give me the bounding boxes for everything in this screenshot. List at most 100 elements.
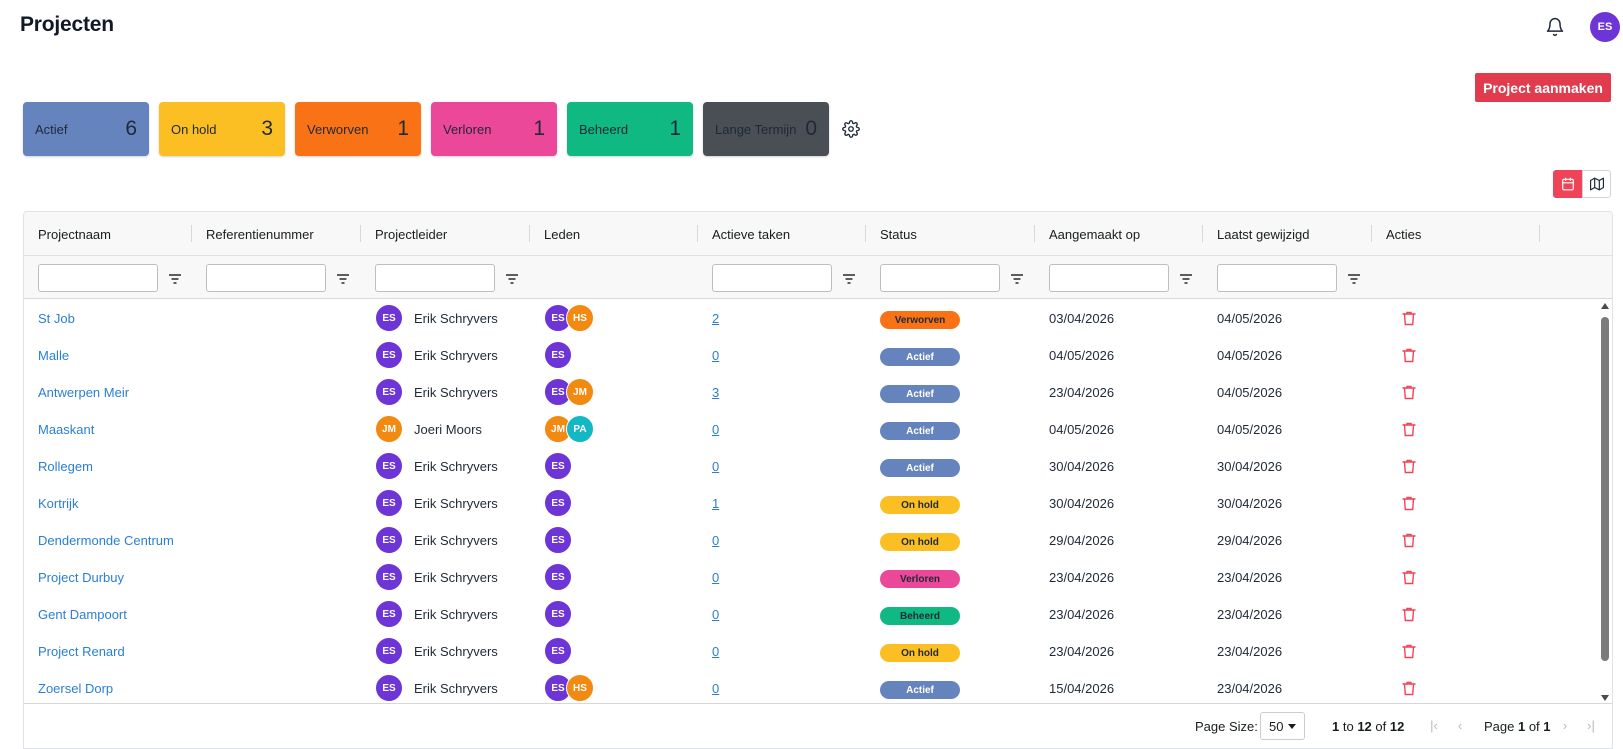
table-row[interactable]: Project Durbuy ES Erik Schryvers ES 0 Verlore… (24, 558, 1599, 596)
column-header-actieve-taken[interactable]: Actieve taken (698, 212, 866, 256)
column-resize-handle[interactable] (1539, 225, 1540, 242)
status-card-on-hold[interactable]: On hold 3 (159, 102, 285, 156)
last-page-icon[interactable]: ›| (1583, 716, 1599, 734)
active-tasks-link[interactable]: 1 (712, 496, 719, 511)
column-header-status[interactable]: Status (866, 212, 1035, 256)
filter-cell-projectleider (361, 256, 519, 299)
status-card-verloren[interactable]: Verloren 1 (431, 102, 557, 156)
cell-projectnaam: Gent Dampoort (24, 595, 127, 633)
column-header-acties[interactable]: Acties (1372, 212, 1540, 256)
page-size-select[interactable]: 50 (1260, 712, 1305, 740)
member-avatar: ES (544, 563, 572, 591)
table-row[interactable]: Project Renard ES Erik Schryvers ES 0 On hold… (24, 632, 1599, 670)
trash-icon[interactable] (1402, 459, 1416, 474)
table-row[interactable]: Dendermonde Centrum ES Erik Schryvers ES 0 On… (24, 521, 1599, 559)
members-group: ES (544, 341, 572, 369)
gear-icon[interactable] (842, 120, 860, 138)
status-card-verworven[interactable]: Verworven 1 (295, 102, 421, 156)
trash-icon[interactable] (1402, 348, 1416, 363)
column-header-projectnaam[interactable]: Projectnaam (24, 212, 192, 256)
table-row[interactable]: Malle ES Erik Schryvers ES 0 Actief 04/05/2026… (24, 336, 1599, 374)
trash-icon[interactable] (1402, 311, 1416, 326)
column-header-projectleider[interactable]: Projectleider (361, 212, 530, 256)
scroll-up-icon[interactable] (1601, 303, 1609, 309)
vertical-scrollbar[interactable] (1598, 299, 1612, 705)
filter-input-status[interactable] (880, 263, 1000, 292)
filter-icon[interactable] (842, 272, 856, 284)
project-name-link[interactable]: Project Renard (38, 644, 125, 659)
filter-icon[interactable] (336, 272, 350, 284)
column-header-laatst-gewijzigd[interactable]: Laatst gewijzigd (1203, 212, 1372, 256)
active-tasks-link[interactable]: 0 (712, 422, 719, 437)
table-row[interactable]: Rollegem ES Erik Schryvers ES 0 Actief 30/04/2… (24, 447, 1599, 485)
active-tasks-link[interactable]: 0 (712, 644, 719, 659)
column-header-leden[interactable]: Leden (530, 212, 698, 256)
map-view-button[interactable] (1582, 170, 1611, 198)
column-header-referentienummer[interactable]: Referentienummer (192, 212, 361, 256)
active-tasks-link[interactable]: 0 (712, 607, 719, 622)
table-row[interactable]: St Job ES Erik Schryvers ES HS 2 Verworven 03/0… (24, 299, 1599, 337)
create-project-button[interactable]: Project aanmaken (1475, 73, 1611, 102)
cell-aangemaakt-op: 30/04/2026 (1035, 447, 1114, 485)
table-row[interactable]: Antwerpen Meir ES Erik Schryvers ES JM 3 Actie… (24, 373, 1599, 411)
project-name-link[interactable]: Zoersel Dorp (38, 681, 113, 696)
filter-input-referentienummer[interactable] (206, 263, 326, 292)
project-name-link[interactable]: Maaskant (38, 422, 94, 437)
cell-projectleider: JM Joeri Moors (361, 410, 482, 448)
created-date: 04/05/2026 (1049, 421, 1115, 437)
status-card-lange-termijn[interactable]: Lange Termijn 0 (703, 102, 829, 156)
trash-icon[interactable] (1402, 385, 1416, 400)
active-tasks-link[interactable]: 0 (712, 533, 719, 548)
filter-icon[interactable] (1179, 272, 1193, 284)
table-row[interactable]: Maaskant JM Joeri Moors JM PA 0 Actief 04/05/20… (24, 410, 1599, 448)
filter-icon[interactable] (168, 272, 182, 284)
status-card-beheerd[interactable]: Beheerd 1 (567, 102, 693, 156)
active-tasks-link[interactable]: 0 (712, 570, 719, 585)
filter-icon[interactable] (505, 272, 519, 284)
active-tasks-link[interactable]: 2 (712, 311, 719, 326)
filter-input-projectleider[interactable] (375, 263, 495, 292)
created-date: 04/05/2026 (1049, 347, 1115, 363)
previous-page-icon[interactable]: ‹ (1452, 716, 1468, 734)
filter-input-projectnaam[interactable] (38, 263, 158, 292)
active-tasks-link[interactable]: 0 (712, 459, 719, 474)
project-name-link[interactable]: Rollegem (38, 459, 93, 474)
project-name-link[interactable]: Dendermonde Centrum (38, 533, 174, 548)
bell-icon[interactable] (1545, 16, 1565, 38)
trash-icon[interactable] (1402, 607, 1416, 622)
user-avatar[interactable]: ES (1590, 12, 1620, 42)
active-tasks-link[interactable]: 0 (712, 348, 719, 363)
column-header-aangemaakt-op[interactable]: Aangemaakt op (1035, 212, 1203, 256)
table-row[interactable]: Gent Dampoort ES Erik Schryvers ES 0 Beheerd 2… (24, 595, 1599, 633)
table-row[interactable]: Kortrijk ES Erik Schryvers ES 1 On hold 30/04/… (24, 484, 1599, 522)
project-name-link[interactable]: Kortrijk (38, 496, 78, 511)
next-page-icon[interactable]: › (1557, 716, 1573, 734)
project-name-link[interactable]: Project Durbuy (38, 570, 124, 585)
project-leader-name: Joeri Moors (414, 421, 482, 437)
trash-icon[interactable] (1402, 644, 1416, 659)
first-page-icon[interactable]: |‹ (1426, 716, 1442, 734)
filter-input-actieve-taken[interactable] (712, 263, 832, 292)
project-name-link[interactable]: Antwerpen Meir (38, 385, 129, 400)
filter-icon[interactable] (1347, 272, 1361, 284)
project-name-link[interactable]: St Job (38, 311, 75, 326)
scrollbar-thumb[interactable] (1601, 317, 1609, 661)
trash-icon[interactable] (1402, 496, 1416, 511)
trash-icon[interactable] (1402, 422, 1416, 437)
active-tasks-link[interactable]: 3 (712, 385, 719, 400)
scroll-down-icon[interactable] (1601, 695, 1609, 701)
project-name-link[interactable]: Gent Dampoort (38, 607, 127, 622)
calendar-icon (1561, 177, 1574, 191)
table-row[interactable]: Zoersel Dorp ES Erik Schryvers ES HS 0 Actief 1… (24, 669, 1599, 705)
cell-acties (1372, 447, 1416, 485)
calendar-view-button[interactable] (1553, 170, 1582, 198)
filter-icon[interactable] (1010, 272, 1024, 284)
project-name-link[interactable]: Malle (38, 348, 69, 363)
filter-input-laatst-gewijzigd[interactable] (1217, 263, 1337, 292)
active-tasks-link[interactable]: 0 (712, 681, 719, 696)
trash-icon[interactable] (1402, 681, 1416, 696)
trash-icon[interactable] (1402, 533, 1416, 548)
status-card-actief[interactable]: Actief 6 (23, 102, 149, 156)
filter-input-aangemaakt-op[interactable] (1049, 263, 1169, 292)
trash-icon[interactable] (1402, 570, 1416, 585)
